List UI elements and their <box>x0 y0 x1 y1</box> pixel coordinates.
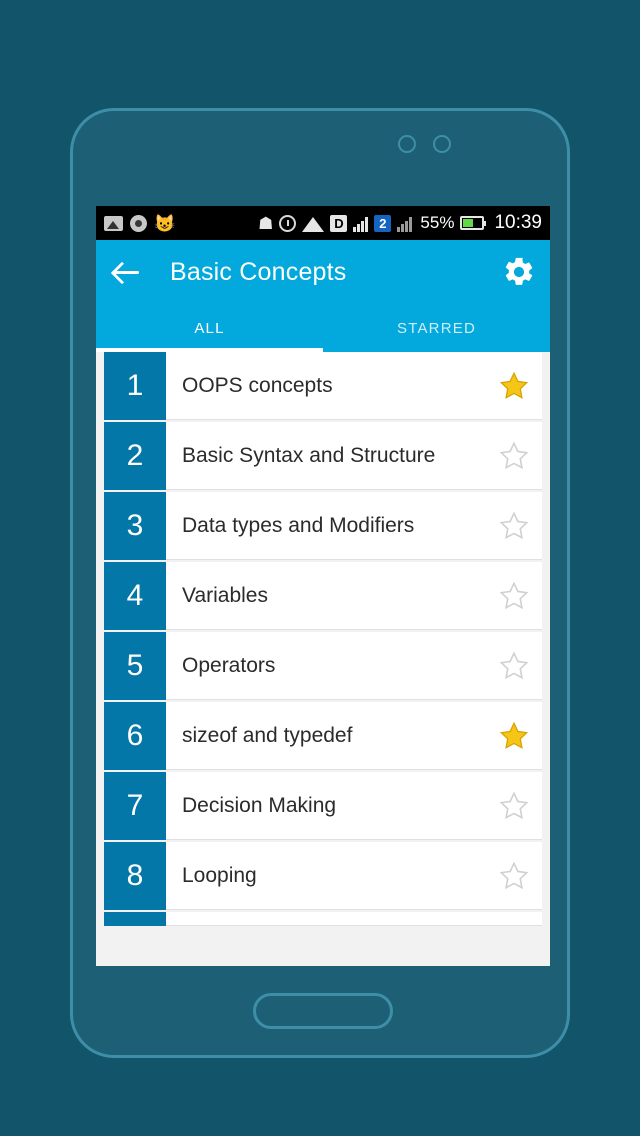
status-bar-system-icons: ☗ D 2 <box>175 213 413 233</box>
item-body[interactable]: Basic Syntax and Structure <box>166 422 542 490</box>
topic-list[interactable]: 1 OOPS concepts 2 Basic Syntax and Struc… <box>96 352 550 966</box>
star-icon[interactable] <box>498 790 530 822</box>
list-item[interactable]: 1 OOPS concepts <box>104 352 542 420</box>
item-title: Variables <box>182 583 268 607</box>
item-body[interactable]: Operators <box>166 632 542 700</box>
back-arrow-icon[interactable] <box>110 255 144 289</box>
star-icon[interactable] <box>498 650 530 682</box>
star-icon[interactable] <box>498 510 530 542</box>
dnd-icon: D <box>330 214 348 232</box>
item-title: OOPS concepts <box>182 373 333 397</box>
item-body[interactable]: sizeof and typedef <box>166 702 542 770</box>
status-bar-battery-clock: 55% 10:39 <box>420 212 542 234</box>
item-number: 7 <box>104 772 166 840</box>
list-item[interactable]: 4 Variables <box>104 562 542 630</box>
page-title: Basic Concepts <box>170 257 347 286</box>
item-title: Operators <box>182 653 276 677</box>
item-title: Basic Syntax and Structure <box>182 443 436 467</box>
gallery-icon <box>104 215 123 231</box>
item-number: 5 <box>104 632 166 700</box>
gear-icon[interactable] <box>502 255 536 289</box>
phone-top-bezel <box>73 111 567 195</box>
phone-screen: 😺 ☗ D 2 55% 10:39 Basic Concepts ALL STA… <box>96 206 550 966</box>
battery-icon <box>460 216 487 230</box>
cat-icon: 😺 <box>154 213 176 233</box>
phone-device: 😺 ☗ D 2 55% 10:39 Basic Concepts ALL STA… <box>70 108 570 1058</box>
list-item[interactable]: 2 Basic Syntax and Structure <box>104 422 542 490</box>
status-bar-notification-icons: 😺 <box>104 213 176 233</box>
list-item[interactable]: 7 Decision Making <box>104 772 542 840</box>
item-number: 3 <box>104 492 166 560</box>
star-icon[interactable] <box>498 370 530 402</box>
list-item[interactable]: 3 Data types and Modifiers <box>104 492 542 560</box>
alarm-icon <box>279 214 297 232</box>
home-button[interactable] <box>253 993 393 1029</box>
item-body <box>166 912 542 926</box>
item-number: 4 <box>104 562 166 630</box>
item-body[interactable]: Decision Making <box>166 772 542 840</box>
item-number: 8 <box>104 842 166 910</box>
camera-icon <box>130 214 147 232</box>
item-title: Data types and Modifiers <box>182 513 415 537</box>
tab-starred[interactable]: STARRED <box>323 304 550 352</box>
item-body[interactable]: Looping <box>166 842 542 910</box>
star-icon[interactable] <box>498 440 530 472</box>
list-item[interactable]: 8 Looping <box>104 842 542 910</box>
proximity-sensor-icon <box>433 135 451 153</box>
item-number: 2 <box>104 422 166 490</box>
signal2-icon <box>397 215 413 232</box>
star-icon[interactable] <box>498 720 530 752</box>
tab-bar: ALL STARRED <box>96 304 550 352</box>
item-title: sizeof and typedef <box>182 723 353 747</box>
github-icon: ☗ <box>258 213 274 233</box>
list-item[interactable]: 5 Operators <box>104 632 542 700</box>
item-number <box>104 912 166 926</box>
list-item[interactable]: 6 sizeof and typedef <box>104 702 542 770</box>
item-body[interactable]: Variables <box>166 562 542 630</box>
camera-sensor-icon <box>398 135 416 153</box>
item-number: 1 <box>104 352 166 420</box>
battery-percent: 55% <box>420 213 455 232</box>
list-item-partial[interactable] <box>104 912 542 926</box>
status-bar: 😺 ☗ D 2 55% 10:39 <box>96 206 550 240</box>
item-body[interactable]: OOPS concepts <box>166 352 542 420</box>
star-icon[interactable] <box>498 580 530 612</box>
app-bar: Basic Concepts <box>96 240 550 304</box>
item-title: Decision Making <box>182 793 337 817</box>
item-body[interactable]: Data types and Modifiers <box>166 492 542 560</box>
item-title: Looping <box>182 863 257 887</box>
item-number: 6 <box>104 702 166 770</box>
status-clock: 10:39 <box>494 212 542 233</box>
sim2-icon: 2 <box>374 214 392 232</box>
signal-icon <box>353 215 369 232</box>
star-icon[interactable] <box>498 860 530 892</box>
tab-all[interactable]: ALL <box>96 304 323 352</box>
wifi-icon <box>302 216 325 232</box>
